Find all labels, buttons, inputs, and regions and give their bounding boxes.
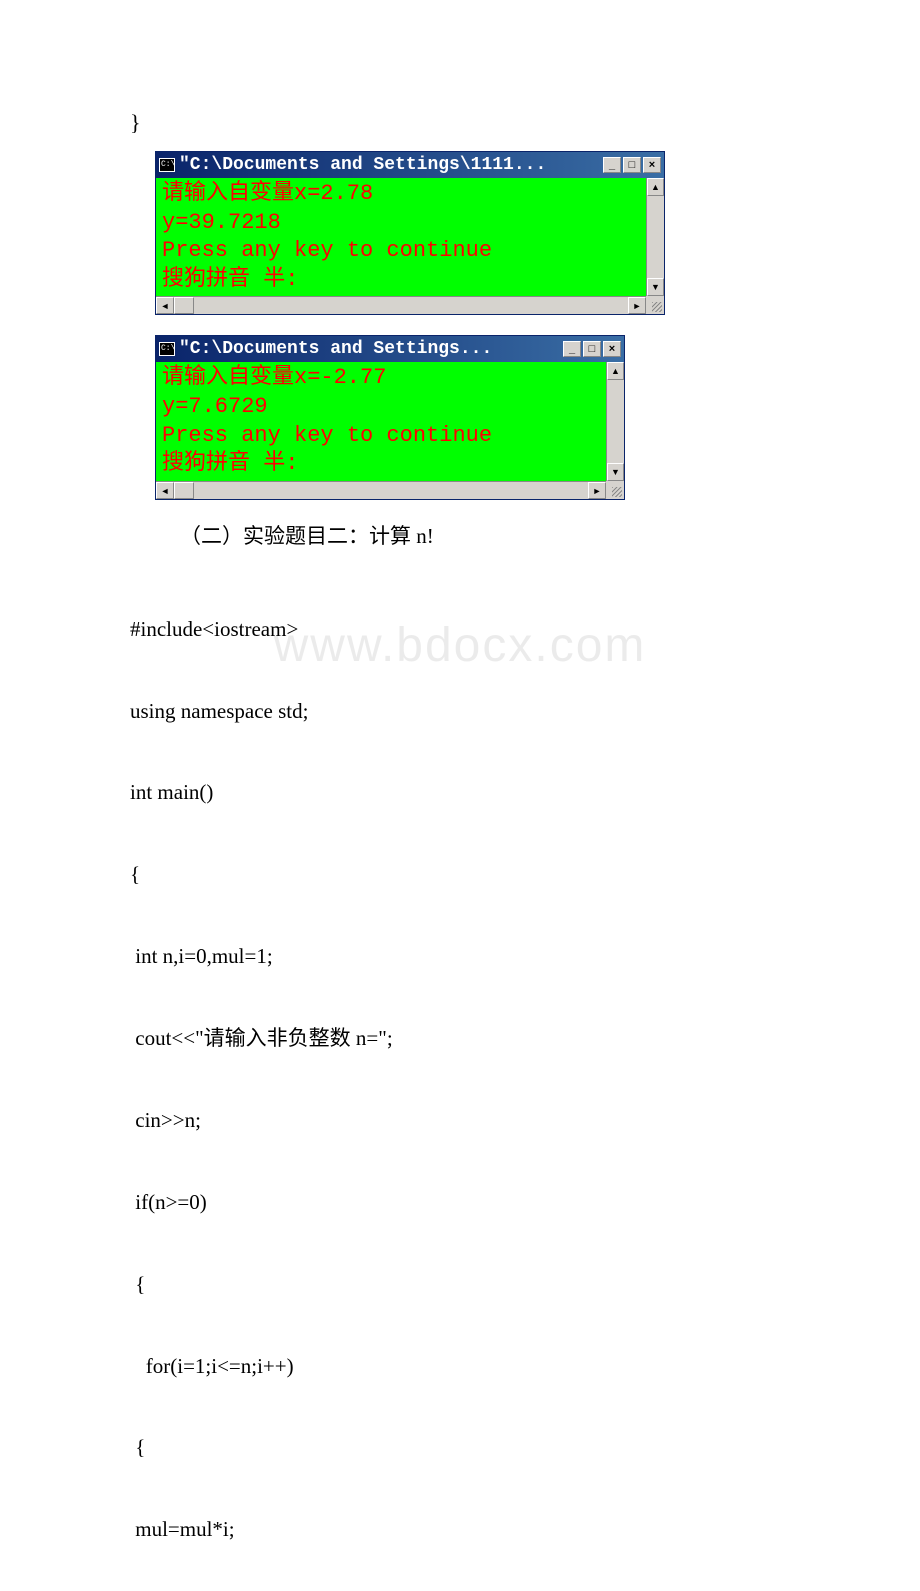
console-line: y=39.7218 <box>162 209 640 238</box>
scroll-up-button[interactable]: ▲ <box>647 178 664 196</box>
titlebar-buttons-2: _ □ × <box>563 341 621 357</box>
code-line: int main() <box>130 772 790 813</box>
horizontal-scrollbar[interactable]: ◄ ► <box>156 296 646 314</box>
scroll-down-button[interactable]: ▼ <box>647 278 664 296</box>
code-line: int n,i=0,mul=1; <box>130 936 790 977</box>
vertical-scrollbar[interactable]: ▲ ▼ <box>606 362 624 480</box>
code-line: { <box>130 1264 790 1305</box>
console-line: Press any key to continue <box>162 422 600 451</box>
scroll-track[interactable] <box>194 482 588 499</box>
console-line: 搜狗拼音 半: <box>162 266 640 295</box>
console-output-1: 请输入自变量x=2.78 y=39.7218 Press any key to … <box>156 178 646 296</box>
code-line: for(i=1;i<=n;i++) <box>130 1346 790 1387</box>
horizontal-scrollbar[interactable]: ◄ ► <box>156 481 606 499</box>
code-line: { <box>130 1427 790 1468</box>
console-line: Press any key to continue <box>162 237 640 266</box>
scroll-track[interactable] <box>194 297 628 314</box>
code-line: cout<<"请输入非负整数 n="; <box>130 1018 790 1059</box>
maximize-button[interactable]: □ <box>623 157 641 173</box>
console-line: 搜狗拼音 半: <box>162 450 600 479</box>
code-line: mul=mul*i; <box>130 1509 790 1550</box>
scroll-right-button[interactable]: ► <box>588 482 606 499</box>
resize-grip[interactable] <box>606 481 624 499</box>
scroll-thumb[interactable] <box>174 482 194 499</box>
scroll-down-button[interactable]: ▼ <box>607 463 624 481</box>
code-line: { <box>130 854 790 895</box>
title-text-1: "C:\Documents and Settings\1111... <box>179 155 603 175</box>
console-output-2: 请输入自变量x=-2.77 y=7.6729 Press any key to … <box>156 362 606 480</box>
scroll-thumb[interactable] <box>174 297 194 314</box>
scroll-left-button[interactable]: ◄ <box>156 297 174 314</box>
code-line: using namespace std; <box>130 691 790 732</box>
minimize-button[interactable]: _ <box>563 341 581 357</box>
close-button[interactable]: × <box>643 157 661 173</box>
scroll-left-button[interactable]: ◄ <box>156 482 174 499</box>
code-block: #include<iostream> using namespace std; … <box>130 568 790 1591</box>
scroll-right-button[interactable]: ► <box>628 297 646 314</box>
titlebar-1: C:\ "C:\Documents and Settings\1111... _… <box>156 152 664 178</box>
console-line: y=7.6729 <box>162 393 600 422</box>
code-line: #include<iostream> <box>130 609 790 650</box>
cmd-icon: C:\ <box>159 158 175 172</box>
scroll-up-button[interactable]: ▲ <box>607 362 624 380</box>
titlebar-2: C:\ "C:\Documents and Settings... _ □ × <box>156 336 624 362</box>
title-text-2: "C:\Documents and Settings... <box>179 339 563 359</box>
titlebar-buttons-1: _ □ × <box>603 157 661 173</box>
vertical-scrollbar[interactable]: ▲ ▼ <box>646 178 664 296</box>
code-line: cin>>n; <box>130 1100 790 1141</box>
console-line: 请输入自变量x=2.78 <box>162 180 640 209</box>
minimize-button[interactable]: _ <box>603 157 621 173</box>
resize-grip[interactable] <box>646 296 664 314</box>
console-window-1: C:\ "C:\Documents and Settings\1111... _… <box>155 151 665 315</box>
close-button[interactable]: × <box>603 341 621 357</box>
section-heading: （二）实验题目二：计算 n! <box>180 520 790 550</box>
cmd-icon: C:\ <box>159 342 175 356</box>
closing-brace: } <box>130 110 790 136</box>
maximize-button[interactable]: □ <box>583 341 601 357</box>
console-window-2: C:\ "C:\Documents and Settings... _ □ × … <box>155 335 625 499</box>
console-line: 请输入自变量x=-2.77 <box>162 364 600 393</box>
code-line: if(n>=0) <box>130 1182 790 1223</box>
